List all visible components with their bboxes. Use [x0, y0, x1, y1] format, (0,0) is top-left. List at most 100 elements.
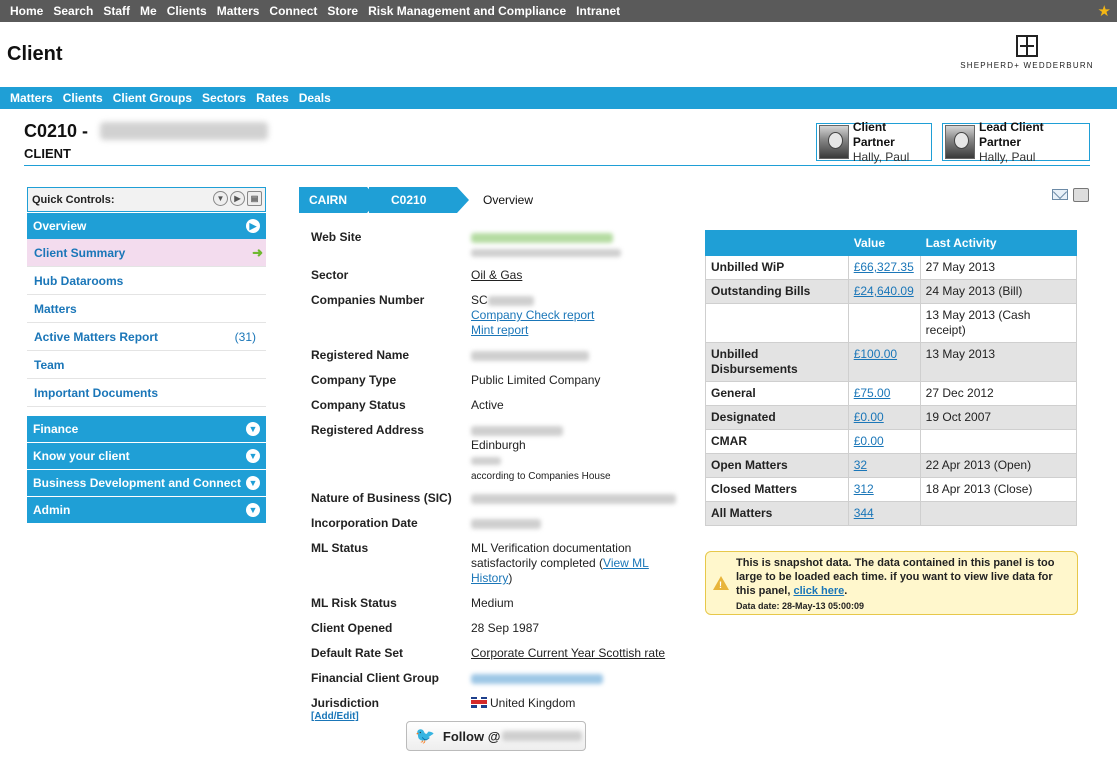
topnav-store[interactable]: Store — [322, 4, 363, 18]
row-activity: 22 Apr 2013 (Open) — [919, 453, 1078, 478]
detail-website: Web Site — [311, 230, 691, 260]
designated-link[interactable]: £0.00 — [854, 410, 884, 424]
topnav-staff[interactable]: Staff — [98, 4, 135, 18]
table-row: Outstanding Bills £24,640.09 24 May 2013… — [705, 279, 1078, 304]
default-rate-set-link[interactable]: Corporate Current Year Scottish rate — [471, 646, 686, 661]
quick-controls-title: Quick Controls: — [32, 193, 115, 206]
nav-hub-datarooms[interactable]: Hub Datarooms — [27, 267, 266, 295]
section-label: Overview — [33, 219, 87, 233]
chevron-right-icon: ▶ — [246, 219, 260, 233]
financial-client-group-link-redacted[interactable] — [471, 671, 686, 686]
sector-link[interactable]: Oil & Gas — [471, 268, 686, 283]
client-code: C0210 - — [24, 121, 89, 141]
section-business-development[interactable]: Business Development and Connect ▼ — [27, 470, 266, 496]
companies-number-prefix: SC — [471, 293, 488, 307]
detail-label: ML Status — [311, 541, 369, 555]
topnav-risk[interactable]: Risk Management and Compliance — [363, 4, 571, 18]
table-row: All Matters 344 — [705, 501, 1078, 526]
topnav-home[interactable]: Home — [5, 4, 48, 18]
nav-active-matters-report[interactable]: Active Matters Report (31) — [27, 323, 266, 351]
unbilled-wip-link[interactable]: £66,327.35 — [854, 260, 914, 274]
cmar-link[interactable]: £0.00 — [854, 434, 884, 448]
row-name: CMAR — [705, 429, 849, 454]
client-opened-value: 28 Sep 1987 — [471, 621, 540, 635]
arrow-right-icon: ➜ — [252, 244, 263, 260]
detail-label: Default Rate Set — [311, 646, 404, 660]
topnav-intranet[interactable]: Intranet — [571, 4, 625, 18]
detail-label: Registered Name — [311, 348, 410, 362]
nav-label: Important Documents — [34, 385, 159, 400]
outstanding-bills-link[interactable]: £24,640.09 — [854, 284, 914, 298]
row-name: Outstanding Bills — [705, 279, 849, 304]
lead-client-partner-card[interactable]: Lead Client Partner Hally, Paul — [942, 120, 1090, 164]
row-name — [705, 303, 849, 343]
subnav-sectors[interactable]: Sectors — [197, 91, 251, 105]
email-icon[interactable] — [1052, 189, 1068, 200]
section-admin[interactable]: Admin ▼ — [27, 497, 266, 523]
live-data-link[interactable]: click here — [793, 585, 844, 597]
nav-important-documents[interactable]: Important Documents — [27, 379, 266, 407]
subnav-clients[interactable]: Clients — [58, 91, 108, 105]
favourite-star-icon[interactable]: ★ — [1098, 2, 1111, 20]
snapshot-text: This is snapshot data. The data containe… — [736, 557, 1055, 597]
collapse-all-icon[interactable]: ▼ — [213, 191, 228, 206]
company-check-link[interactable]: Company Check report — [471, 308, 594, 322]
mint-report-link[interactable]: Mint report — [471, 323, 528, 337]
row-name: Open Matters — [705, 453, 849, 478]
chevron-down-icon: ▼ — [246, 503, 260, 517]
breadcrumb-client[interactable]: C0210 — [369, 187, 469, 213]
all-matters-link[interactable]: 344 — [854, 506, 874, 520]
section-label: Business Development and Connect — [33, 476, 242, 490]
website-link-redacted[interactable] — [471, 230, 686, 260]
table-row: Open Matters 32 22 Apr 2013 (Open) — [705, 453, 1078, 478]
detail-label: Client Opened — [311, 621, 393, 635]
warning-icon — [713, 576, 729, 592]
detail-label: Company Status — [311, 398, 406, 412]
topnav-me[interactable]: Me — [135, 4, 162, 18]
table-row: Closed Matters 312 18 Apr 2013 (Close) — [705, 477, 1078, 502]
registered-name-redacted — [471, 348, 686, 363]
section-overview[interactable]: Overview ▶ — [27, 213, 266, 239]
partner-name: Hally, Paul — [979, 149, 1036, 164]
add-edit-jurisdiction-link[interactable]: [Add/Edit] — [311, 711, 359, 722]
detail-label: Sector — [311, 268, 349, 282]
section-finance[interactable]: Finance ▼ — [27, 416, 266, 442]
open-matters-link[interactable]: 32 — [854, 458, 867, 472]
breadcrumb-current: Overview — [483, 193, 534, 207]
row-name: Designated — [705, 405, 849, 430]
topnav-matters[interactable]: Matters — [212, 4, 265, 18]
ml-risk-status-value: Medium — [471, 596, 514, 610]
chevron-down-icon: ▼ — [246, 449, 260, 463]
row-name: Unbilled WiP — [705, 255, 849, 280]
expand-all-icon[interactable]: ▶ — [230, 191, 245, 206]
nav-team[interactable]: Team — [27, 351, 266, 379]
settings-panel-icon[interactable]: ▤ — [247, 191, 262, 206]
subnav-matters[interactable]: Matters — [5, 91, 58, 105]
detail-label: Web Site — [311, 230, 362, 244]
print-icon[interactable] — [1073, 188, 1089, 202]
client-partner-card[interactable]: Client Partner Hally, Paul — [816, 120, 932, 164]
companies-number-value: SC Company Check report Mint report — [471, 293, 686, 338]
section-label: Know your client — [33, 449, 130, 463]
topnav-search[interactable]: Search — [48, 4, 98, 18]
twitter-follow-button[interactable]: 🐦 Follow @ — [406, 721, 586, 751]
subnav-deals[interactable]: Deals — [294, 91, 336, 105]
address-source-note: according to Companies House — [471, 471, 611, 482]
client-type: CLIENT — [24, 146, 71, 161]
row-activity — [919, 429, 1078, 454]
nav-client-summary[interactable]: Client Summary ➜ — [27, 239, 266, 267]
closed-matters-link[interactable]: 312 — [854, 482, 874, 496]
row-activity: 27 Dec 2012 — [919, 381, 1078, 406]
unbilled-disbursements-link[interactable]: £100.00 — [854, 347, 897, 361]
row-value — [847, 303, 921, 343]
topnav-connect[interactable]: Connect — [264, 4, 322, 18]
table-header-row: Value Last Activity — [705, 230, 1078, 256]
nav-matters[interactable]: Matters — [27, 295, 266, 323]
section-know-your-client[interactable]: Know your client ▼ — [27, 443, 266, 469]
subnav-client-groups[interactable]: Client Groups — [108, 91, 197, 105]
subnav-rates[interactable]: Rates — [251, 91, 294, 105]
topnav-clients[interactable]: Clients — [162, 4, 212, 18]
general-link[interactable]: £75.00 — [854, 386, 891, 400]
breadcrumb-group[interactable]: CAIRN — [299, 187, 379, 213]
row-activity: 24 May 2013 (Bill) — [919, 279, 1078, 304]
